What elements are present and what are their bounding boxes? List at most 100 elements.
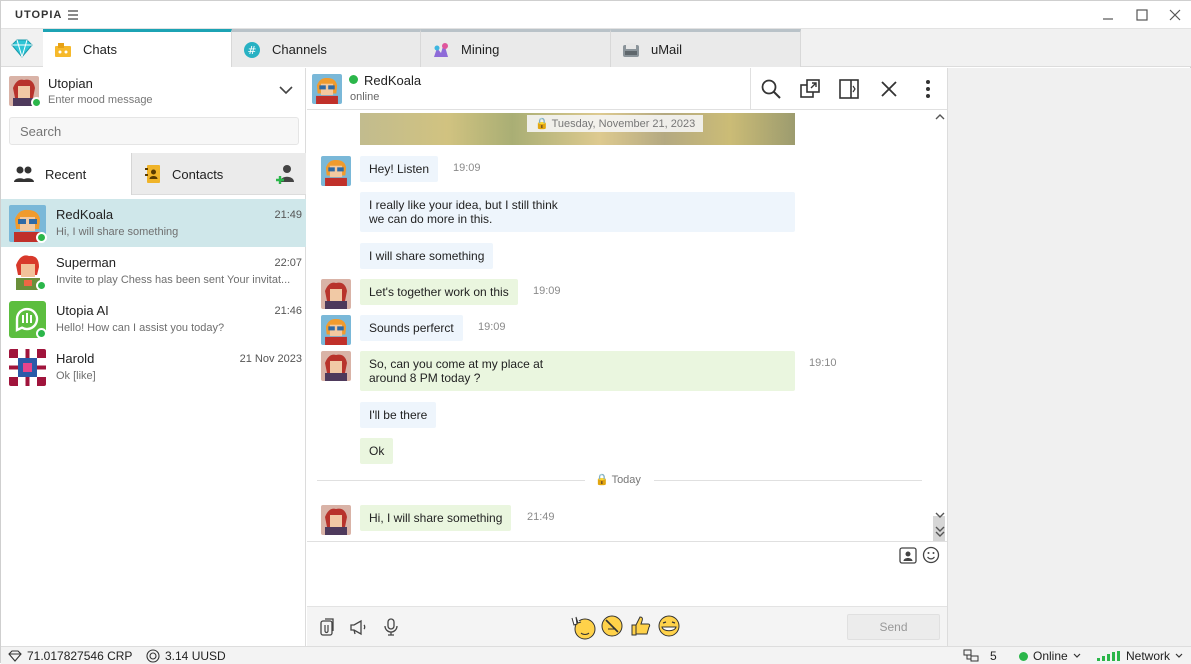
peers-count[interactable]: 5 <box>963 649 997 663</box>
crp-balance[interactable]: 71.017827546 CRP <box>8 649 132 663</box>
wave-emoji-icon[interactable] <box>570 614 596 640</box>
laugh-emoji-icon[interactable] <box>657 614 681 638</box>
network-status-dropdown[interactable]: Network <box>1097 649 1183 663</box>
chat-preview: Ok [like] <box>56 370 96 382</box>
minimize-icon[interactable] <box>1100 7 1116 23</box>
chevron-down-icon <box>1175 653 1183 658</box>
online-status-icon <box>36 280 47 291</box>
subtab-label: Contacts <box>172 166 224 182</box>
utopia-logo-icon[interactable] <box>1 29 43 67</box>
maximize-icon[interactable] <box>1134 7 1150 23</box>
uusd-icon <box>146 649 160 663</box>
tab-chats[interactable]: Chats <box>43 29 232 67</box>
title-bar: UTOPIA <box>1 1 1191 29</box>
message-bubble[interactable]: So, can you come at my place at around 8… <box>360 351 795 391</box>
crp-value: 71.017827546 CRP <box>27 649 133 663</box>
mood-message-field[interactable]: Enter mood message <box>48 94 153 106</box>
conversation-panel: RedKoala online 🔒 Tuesday, November 21, … <box>307 68 947 646</box>
contact-name: RedKoala <box>364 73 422 88</box>
no-emoji-icon[interactable] <box>600 614 624 638</box>
thumbs-up-icon[interactable] <box>629 614 653 638</box>
message-bubble[interactable]: I really like your idea, but I still thi… <box>360 192 795 232</box>
message-time: 19:10 <box>809 357 837 369</box>
tab-label: Chats <box>83 42 117 57</box>
more-options-icon[interactable] <box>917 78 939 100</box>
pop-out-icon[interactable] <box>799 78 821 100</box>
message-input[interactable] <box>317 572 877 600</box>
tab-label: Mining <box>461 42 500 57</box>
message-bubble[interactable]: Hi, I will share something <box>360 505 512 531</box>
sender-avatar <box>321 156 351 186</box>
conversation-toolbar <box>750 68 947 110</box>
uusd-balance[interactable]: 3.14 UUSD <box>146 649 226 663</box>
subtab-contacts[interactable]: Contacts <box>132 153 265 195</box>
chat-preview: Hi, I will share something <box>56 226 179 238</box>
hamburger-menu-icon[interactable] <box>67 9 79 21</box>
message-bubble[interactable]: I will share something <box>360 243 494 269</box>
microphone-icon[interactable] <box>381 617 401 637</box>
chat-list-item-utopia-ai[interactable]: Utopia AI Hello! How can I assist you to… <box>1 295 306 343</box>
close-window-icon[interactable] <box>1167 7 1183 23</box>
chat-name: Harold <box>56 351 95 366</box>
signal-strength-icon <box>1097 651 1120 661</box>
lock-icon: 🔒 <box>595 474 609 486</box>
contact-avatar[interactable] <box>312 74 342 104</box>
search-input[interactable] <box>9 117 299 145</box>
svg-text:#: # <box>247 44 256 57</box>
subtab-label: Recent <box>45 166 87 182</box>
chat-preview: Hello! How can I assist you today? <box>56 322 225 334</box>
peers-icon <box>963 649 979 662</box>
chat-preview: Invite to play Chess has been sent Your … <box>56 274 291 286</box>
chevron-down-icon[interactable] <box>278 84 294 96</box>
scroll-down-icon[interactable] <box>935 511 945 519</box>
emoji-icon[interactable] <box>922 546 940 564</box>
send-contact-icon[interactable] <box>899 546 917 564</box>
add-contact-icon[interactable] <box>275 163 297 185</box>
tab-umail[interactable]: uMail <box>611 29 801 67</box>
tab-mining[interactable]: Mining <box>421 29 611 67</box>
search-icon[interactable] <box>760 78 782 100</box>
online-status-icon <box>349 75 358 84</box>
uusd-value: 3.14 UUSD <box>165 649 226 663</box>
chat-name: Superman <box>56 255 116 270</box>
lock-icon: 🔒 <box>535 118 549 130</box>
avatar <box>9 349 46 386</box>
contacts-icon <box>145 165 160 183</box>
crp-icon <box>8 650 22 662</box>
attach-file-icon[interactable] <box>317 617 337 637</box>
profile-header[interactable]: Utopian Enter mood message <box>1 68 306 114</box>
tab-channels[interactable]: # Channels <box>232 29 421 67</box>
right-side-panel <box>947 68 1191 646</box>
chat-list-item-redkoala[interactable]: RedKoala Hi, I will share something 21:4… <box>1 199 306 247</box>
chat-list-item-superman[interactable]: Superman Invite to play Chess has been s… <box>1 247 306 295</box>
online-status-dropdown[interactable]: Online <box>1019 649 1081 663</box>
online-status-icon <box>31 97 42 108</box>
chat-time: 22:07 <box>274 257 302 269</box>
chat-name: Utopia AI <box>56 303 109 318</box>
network-label: Network <box>1126 649 1171 663</box>
online-status-icon <box>1019 651 1028 661</box>
sender-avatar <box>321 505 351 535</box>
message-time: 19:09 <box>478 321 506 333</box>
message-bubble[interactable]: Hey! Listen <box>360 156 439 182</box>
message-time: 19:09 <box>453 162 481 174</box>
date-label: Tuesday, November 21, 2023 <box>551 118 696 130</box>
online-status-label: Online <box>1033 649 1068 663</box>
close-conversation-icon[interactable] <box>878 78 900 100</box>
sender-avatar <box>321 315 351 345</box>
today-separator: 🔒 Today <box>595 473 641 486</box>
subtab-recent[interactable]: Recent <box>1 153 132 195</box>
peers-value: 5 <box>990 649 997 663</box>
message-bubble[interactable]: Let's together work on this <box>360 279 518 305</box>
scroll-up-icon[interactable] <box>935 113 945 121</box>
side-panel-icon[interactable] <box>838 78 860 100</box>
main-tab-bar: Chats # Channels Mining uMail <box>1 29 1191 67</box>
send-button[interactable]: Send <box>847 614 940 640</box>
message-bubble[interactable]: Ok <box>360 438 394 464</box>
message-bubble[interactable]: Sounds perferct <box>360 315 463 341</box>
megaphone-icon[interactable] <box>348 617 368 637</box>
divider <box>654 480 922 481</box>
message-bubble[interactable]: I'll be there <box>360 402 437 428</box>
chat-list-item-harold[interactable]: Harold Ok [like] 21 Nov 2023 <box>1 343 306 391</box>
scroll-to-bottom-icon[interactable] <box>935 525 945 537</box>
